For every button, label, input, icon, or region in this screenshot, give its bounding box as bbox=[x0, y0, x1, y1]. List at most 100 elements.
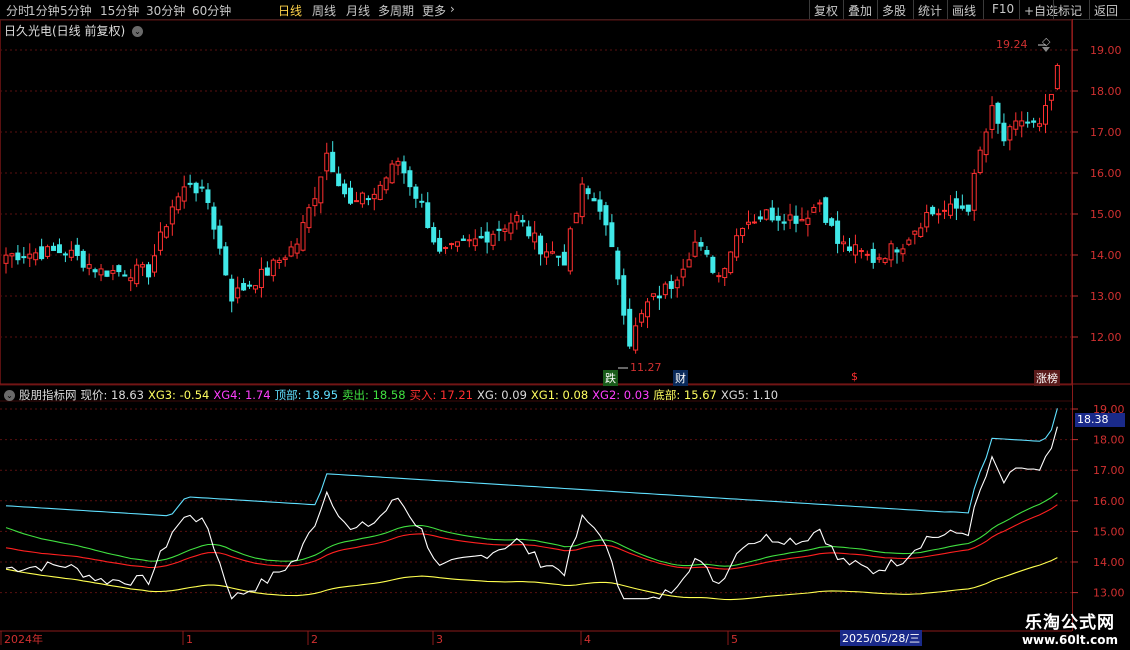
candle-body bbox=[104, 270, 110, 277]
candle-body bbox=[728, 251, 734, 274]
candle-body bbox=[627, 308, 633, 347]
candle-body bbox=[544, 251, 550, 258]
candle-body bbox=[460, 238, 466, 241]
toolbar-button-3[interactable]: 统计 bbox=[913, 0, 947, 19]
candle-body bbox=[229, 278, 235, 302]
candle-body bbox=[86, 264, 92, 269]
candle-body bbox=[912, 230, 918, 235]
candle-body bbox=[918, 227, 924, 237]
candle-body bbox=[799, 218, 805, 222]
period-tab-0[interactable]: 分时 bbox=[6, 2, 30, 19]
diamond-icon: ◇ bbox=[1042, 35, 1051, 48]
period-tab-9[interactable]: 多周期 bbox=[378, 2, 414, 19]
candle-body bbox=[312, 198, 318, 207]
candle-body bbox=[33, 252, 39, 261]
price-axis-label-2: 17.00 bbox=[1090, 126, 1122, 139]
period-tab-10[interactable]: 更多 bbox=[422, 2, 446, 19]
candle-body bbox=[567, 228, 573, 272]
indicator-name[interactable]: 股朋指标网 bbox=[19, 388, 77, 402]
event-tag-1[interactable]: 财 bbox=[673, 370, 688, 386]
candle-body bbox=[9, 253, 15, 257]
candle-body bbox=[989, 105, 995, 130]
period-tab-6[interactable]: 日线 bbox=[278, 2, 302, 19]
candle-body bbox=[490, 233, 496, 246]
candle-body bbox=[876, 257, 882, 260]
period-tab-8[interactable]: 月线 bbox=[346, 2, 370, 19]
main-frame bbox=[0, 19, 1072, 386]
event-tag-2[interactable]: $ bbox=[849, 370, 860, 383]
candle-body bbox=[199, 186, 205, 189]
candle-body bbox=[947, 203, 953, 216]
candle-body bbox=[276, 259, 282, 263]
candle-body bbox=[3, 254, 9, 264]
event-tag-0[interactable]: 跌 bbox=[603, 370, 618, 386]
candle-body bbox=[502, 228, 508, 232]
chevron-down-icon[interactable]: ⌄ bbox=[4, 390, 15, 401]
toolbar-button-6[interactable]: +自选 bbox=[1019, 0, 1058, 19]
period-tab-1[interactable]: 1分钟 bbox=[28, 2, 60, 19]
toolbar-button-2[interactable]: 多股 bbox=[877, 0, 913, 19]
toolbar-button-8[interactable]: 返回 bbox=[1089, 0, 1130, 19]
period-tab-5[interactable]: 60分钟 bbox=[192, 2, 231, 19]
candle-body bbox=[264, 267, 270, 276]
candle-body bbox=[235, 287, 241, 299]
toolbar-button-4[interactable]: 画线 bbox=[947, 0, 983, 19]
candle-body bbox=[45, 246, 51, 257]
candle-body bbox=[300, 222, 306, 251]
toolbar-button-1[interactable]: 叠加 bbox=[843, 0, 877, 19]
candle-body bbox=[852, 244, 858, 256]
indicator-field-1: XG3: -0.54 bbox=[147, 388, 210, 402]
candle-body bbox=[484, 231, 490, 243]
toolbar-button-7[interactable]: 标记 bbox=[1053, 0, 1089, 19]
event-tag-3[interactable]: 涨榜 bbox=[1034, 370, 1060, 386]
date-axis-label-1: 1 bbox=[186, 633, 193, 646]
candle-body bbox=[609, 222, 615, 248]
candle-body bbox=[152, 255, 157, 273]
candle-body bbox=[864, 253, 870, 256]
candle-body bbox=[549, 251, 555, 254]
period-tab-3[interactable]: 15分钟 bbox=[100, 2, 139, 19]
candle-body bbox=[395, 160, 401, 166]
candle-body bbox=[656, 295, 662, 299]
period-tab-2[interactable]: 5分钟 bbox=[60, 2, 92, 19]
indicator-line-price bbox=[5, 426, 1058, 600]
candle-body bbox=[965, 204, 971, 212]
candle-body bbox=[92, 269, 98, 273]
candlesticks bbox=[3, 63, 1060, 354]
candle-body bbox=[247, 284, 253, 287]
toolbar-button-0[interactable]: 复权 bbox=[809, 0, 843, 19]
candle-body bbox=[906, 239, 912, 245]
chevron-right-icon[interactable]: › bbox=[450, 2, 455, 16]
watermark-line1: 乐淘公式网 bbox=[1024, 613, 1115, 633]
period-tab-4[interactable]: 30分钟 bbox=[146, 2, 185, 19]
candle-body bbox=[971, 172, 977, 211]
watermark: 乐淘公式网 www.60lt.com bbox=[1022, 608, 1118, 647]
candle-body bbox=[193, 182, 199, 194]
candle-body bbox=[763, 209, 769, 220]
candle-body bbox=[258, 268, 264, 289]
toolbar-button-5[interactable]: F10 bbox=[983, 0, 1019, 19]
candle-body bbox=[187, 182, 193, 185]
indicator-field-6: XG: 0.09 bbox=[476, 388, 527, 402]
indicator-axis-label-2: 17.00 bbox=[1093, 464, 1125, 477]
candle-body bbox=[1013, 120, 1019, 130]
candle-body bbox=[353, 200, 359, 203]
candle-body bbox=[401, 161, 407, 174]
selected-date: 2025/05/28/三 bbox=[840, 630, 923, 646]
candle-body bbox=[561, 251, 567, 266]
candle-body bbox=[930, 206, 936, 215]
candle-body bbox=[294, 243, 300, 254]
candle-body bbox=[51, 245, 57, 251]
candle-body bbox=[21, 256, 27, 259]
candle-body bbox=[365, 198, 371, 201]
candle-body bbox=[1043, 105, 1048, 125]
candle-body bbox=[573, 212, 579, 224]
candle-body bbox=[846, 246, 852, 251]
candle-body bbox=[282, 257, 288, 260]
indicator-axis-label-6: 13.00 bbox=[1093, 587, 1125, 600]
candle-body bbox=[270, 259, 276, 277]
indicator-axis-label-1: 18.00 bbox=[1093, 434, 1125, 447]
candle-body bbox=[15, 252, 21, 261]
chart-area[interactable]: 19.00 18.00 17.00 16.00 15.00 14.00 13.00 12.00… bbox=[0, 19, 1130, 650]
period-tab-7[interactable]: 周线 bbox=[312, 2, 336, 19]
